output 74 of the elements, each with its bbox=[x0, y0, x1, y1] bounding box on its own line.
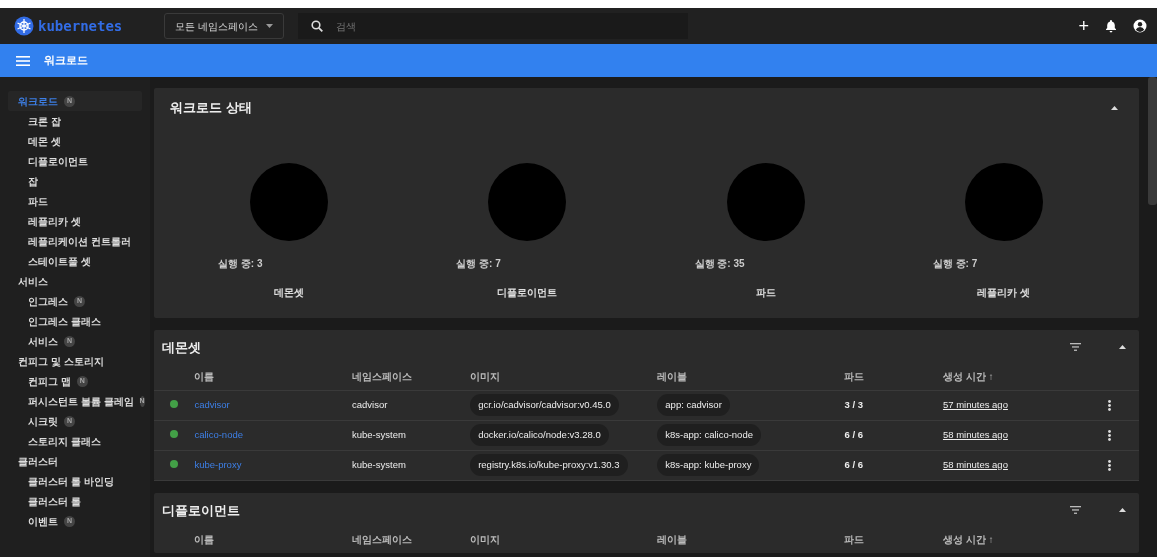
resource-link[interactable]: calico-node bbox=[194, 428, 243, 440]
column-header[interactable]: 파드 bbox=[844, 371, 865, 383]
table-cell: kube-system bbox=[352, 428, 406, 440]
status-name: 디플로이먼트 bbox=[497, 286, 558, 300]
column-header[interactable]: 이미지 bbox=[470, 534, 501, 545]
sidebar-item[interactable]: 인그레스 클래스 bbox=[8, 311, 142, 331]
sidebar-item[interactable]: 디플로이먼트 bbox=[8, 151, 142, 171]
table-cell: 6 / 6 bbox=[844, 428, 863, 440]
column-header[interactable]: 이름 bbox=[194, 371, 215, 383]
table-cell: 6 / 6 bbox=[844, 458, 863, 470]
running-count: 실행 중: 7 bbox=[456, 257, 501, 271]
namespace-dropdown[interactable]: 모든 네임스페이스 bbox=[164, 13, 285, 39]
sidebar-group[interactable]: 서비스 bbox=[8, 271, 142, 291]
bell-icon[interactable] bbox=[1105, 19, 1117, 33]
image-chip: docker.io/calico/node:v3.28.0 bbox=[470, 423, 609, 447]
sidebar-item[interactable]: 파드 bbox=[8, 191, 142, 211]
filter-icon[interactable] bbox=[1070, 343, 1081, 351]
sidebar-item[interactable]: 클러스터 롤 바인딩 bbox=[8, 471, 142, 491]
status-name: 레플리카 셋 bbox=[977, 286, 1031, 300]
collapse-icon[interactable] bbox=[1118, 345, 1126, 349]
sidebar-item[interactable]: 크론 잡 bbox=[8, 111, 142, 131]
caret-icon bbox=[266, 24, 274, 28]
image-chip: registry.k8s.io/kube-proxy:v1.30.3 bbox=[470, 453, 628, 477]
column-header[interactable]: 파드 bbox=[844, 534, 865, 545]
search-field[interactable]: 검색 bbox=[336, 13, 689, 39]
column-header[interactable]: 레이블 bbox=[657, 371, 688, 383]
collapse-icon[interactable] bbox=[1110, 106, 1118, 110]
status-name: 데몬셋 bbox=[274, 286, 305, 300]
card-title: 데몬셋 bbox=[162, 339, 201, 358]
table-cell: 3 / 3 bbox=[844, 398, 863, 410]
column-header[interactable]: 생성 시간 ↑ bbox=[942, 534, 994, 545]
running-count: 실행 중: 7 bbox=[932, 257, 978, 271]
sidebar-item[interactable]: 스테이트풀 셋 bbox=[8, 251, 142, 271]
sidebar-item[interactable]: 레플리케이션 컨트롤러 bbox=[8, 231, 142, 251]
table-cell: kube-system bbox=[352, 458, 406, 470]
sidebar-item[interactable]: 스토리지 클래스 bbox=[8, 431, 142, 451]
column-header[interactable]: 이미지 bbox=[470, 371, 501, 383]
created-time[interactable]: 58 minutes ago bbox=[942, 428, 1008, 440]
card-title: 디플로이먼트 bbox=[162, 501, 240, 520]
image-chip: gcr.io/cadvisor/cadvisor:v0.45.0 bbox=[470, 393, 619, 417]
menu-icon[interactable] bbox=[16, 55, 30, 66]
column-header[interactable]: 네임스페이스 bbox=[352, 371, 412, 383]
column-header[interactable]: 생성 시간 ↑ bbox=[942, 371, 994, 383]
resource-link[interactable]: cadvisor bbox=[194, 398, 230, 410]
column-header[interactable]: 이름 bbox=[194, 534, 215, 545]
column-header[interactable]: 네임스페이스 bbox=[352, 534, 412, 545]
sidebar-item[interactable]: 잡 bbox=[8, 171, 142, 191]
filter-icon[interactable] bbox=[1070, 505, 1081, 514]
label-chip: app: cadvisor bbox=[657, 393, 730, 417]
collapse-icon[interactable] bbox=[1118, 507, 1126, 512]
kubernetes-logo-icon bbox=[14, 16, 34, 36]
column-header[interactable]: 레이블 bbox=[657, 534, 688, 545]
sidebar-group[interactable]: 클러스터 bbox=[8, 451, 142, 471]
created-time[interactable]: 57 minutes ago bbox=[942, 398, 1008, 410]
sidebar-item[interactable]: 데몬 셋 bbox=[8, 131, 142, 151]
search-icon bbox=[311, 20, 324, 32]
running-count: 실행 중: 3 bbox=[218, 257, 263, 271]
sidebar-group[interactable]: 컨피그 및 스토리지 bbox=[8, 351, 142, 371]
sidebar-item[interactable]: 레플리카 셋 bbox=[8, 211, 142, 231]
running-count: 실행 중: 35 bbox=[694, 257, 745, 271]
more-icon[interactable] bbox=[1107, 459, 1111, 471]
account-icon[interactable] bbox=[1133, 19, 1147, 33]
label-chip: k8s-app: calico-node bbox=[657, 423, 761, 447]
sidebar-item[interactable]: 클러스터 롤 bbox=[8, 491, 142, 511]
resource-link[interactable]: kube-proxy bbox=[194, 458, 242, 470]
page-title: 워크로드 bbox=[44, 53, 88, 69]
card-title: 워크로드 상태 bbox=[170, 99, 252, 118]
table-cell: cadvisor bbox=[352, 398, 388, 410]
label-chip: k8s-app: kube-proxy bbox=[657, 453, 760, 477]
more-icon[interactable] bbox=[1107, 429, 1111, 441]
created-time[interactable]: 58 minutes ago bbox=[942, 458, 1008, 470]
add-button[interactable]: + bbox=[1078, 17, 1089, 35]
status-name: 파드 bbox=[755, 286, 776, 300]
more-icon[interactable] bbox=[1107, 399, 1111, 411]
